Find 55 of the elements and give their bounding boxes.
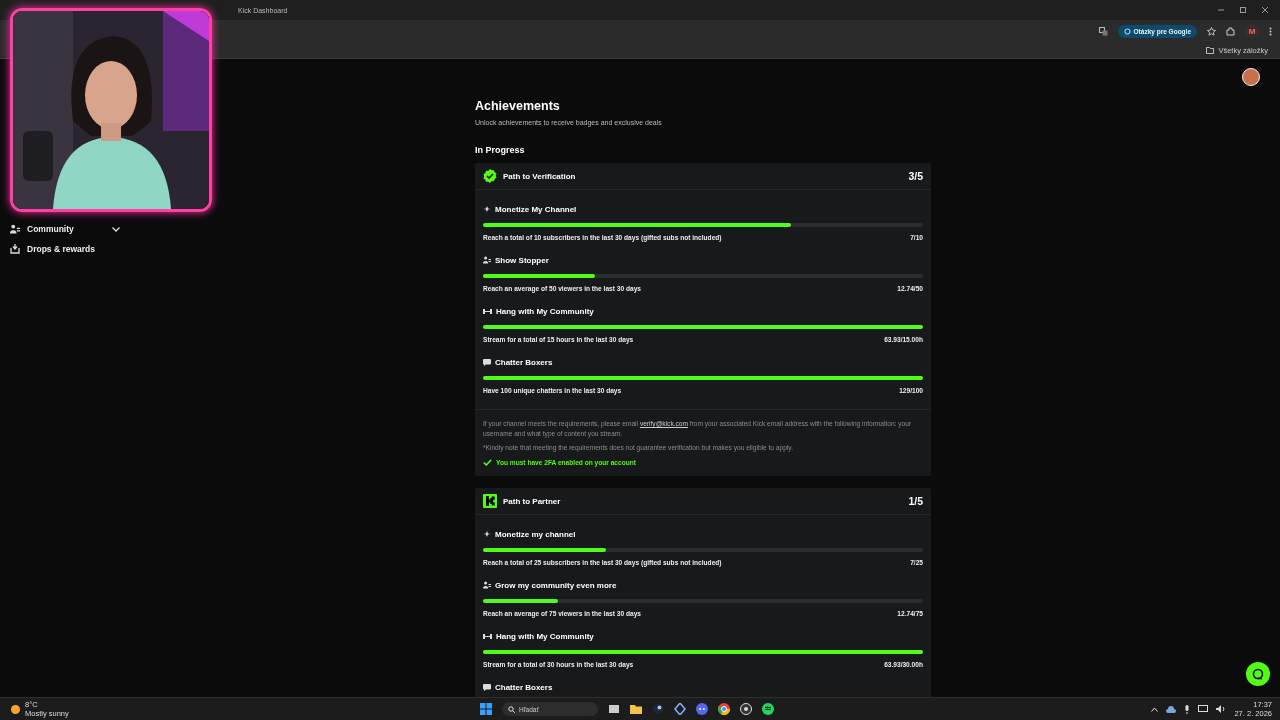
microphone-icon[interactable] [1184, 704, 1191, 714]
profile-avatar[interactable]: M [1245, 24, 1259, 38]
minimize-icon[interactable] [1218, 7, 1224, 13]
achievement-name: Monetize My Channel [495, 204, 577, 214]
monitor-icon[interactable] [1198, 705, 1209, 713]
card-title: Path to Partner [503, 496, 561, 506]
chrome-icon[interactable] [718, 703, 730, 715]
windows-start-icon[interactable] [480, 703, 492, 715]
diamond-app-icon[interactable] [674, 703, 686, 715]
maximize-icon[interactable] [1240, 7, 1246, 13]
more-icon[interactable] [1269, 26, 1272, 36]
progress-count: 3/5 [908, 170, 923, 182]
speaker-icon[interactable] [1216, 705, 1227, 713]
sparkle-icon [483, 205, 491, 213]
star-icon[interactable] [1207, 26, 1216, 36]
page-title: Achievements [475, 99, 561, 113]
gift-icon [10, 244, 20, 254]
task-view-icon[interactable] [608, 703, 620, 715]
dumbbell-icon [483, 307, 492, 315]
folder-icon[interactable] [630, 703, 642, 715]
k-logo-icon [483, 494, 497, 508]
dumbbell-icon [483, 632, 492, 640]
users-icon [483, 581, 491, 589]
progress-count: 1/5 [908, 495, 923, 507]
sparkle-icon [483, 530, 491, 538]
users-icon [10, 224, 20, 234]
achievement-name: Show Stopper [495, 255, 549, 265]
chat-icon [483, 683, 491, 691]
chevron-up-icon[interactable] [1151, 706, 1159, 712]
achievement-name: Hang with My Community [496, 631, 594, 641]
spotify-icon[interactable] [762, 703, 774, 715]
folder-icon [1206, 46, 1215, 54]
translate-icon[interactable] [1098, 26, 1108, 36]
check-icon [483, 459, 492, 466]
card-title: Path to Verification [503, 171, 576, 181]
users-icon [483, 256, 491, 264]
user-avatar[interactable] [1242, 68, 1260, 86]
achievement-name: Grow my community even more [495, 580, 617, 590]
chat-help-icon [1252, 668, 1264, 680]
search-icon [508, 705, 515, 713]
close-icon[interactable] [1262, 7, 1268, 13]
verified-badge-icon [483, 169, 497, 183]
cloud-icon[interactable] [1166, 705, 1177, 713]
help-button[interactable] [1246, 662, 1270, 686]
achievement-name: Hang with My Community [496, 306, 594, 316]
chat-icon [483, 358, 491, 366]
section-heading: In Progress [475, 145, 526, 155]
weather-sun-icon[interactable] [10, 703, 21, 715]
achievement-name: Monetize my channel [495, 529, 576, 539]
sidebar-item[interactable]: Drops & rewards [27, 244, 96, 254]
achievement-name: Chatter Boxers [495, 357, 553, 367]
achievement-name: Chatter Boxers [495, 682, 553, 692]
chevron-down-icon[interactable] [112, 226, 120, 232]
lens-icon [1123, 27, 1131, 35]
sidebar-item[interactable]: Community [27, 224, 74, 234]
